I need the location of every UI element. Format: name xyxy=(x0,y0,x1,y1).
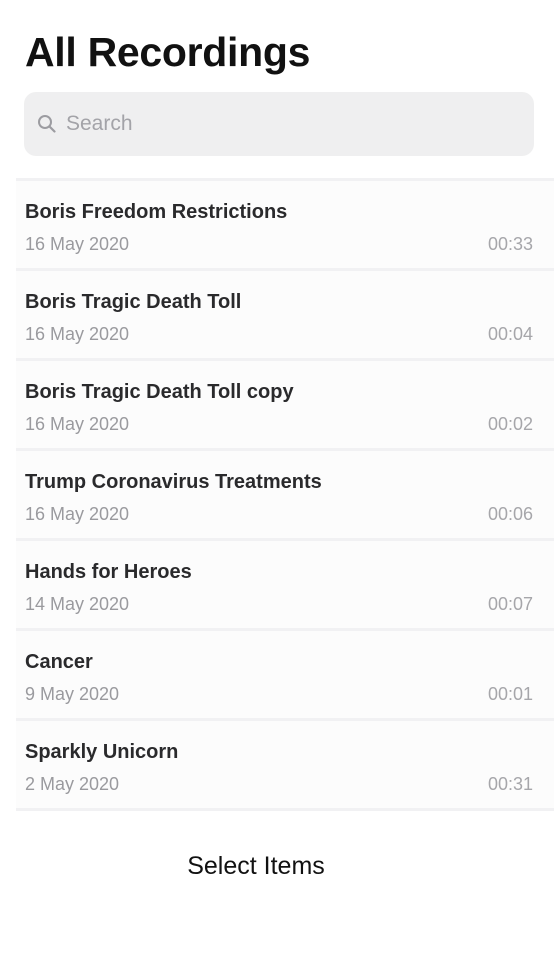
recording-row[interactable]: Cancer 9 May 2020 00:01 xyxy=(16,631,554,718)
recording-date: 9 May 2020 xyxy=(25,684,120,704)
recording-title: Hands for Heroes xyxy=(25,561,192,583)
recording-title: Sparkly Unicorn xyxy=(25,741,179,763)
recording-title: Boris Freedom Restrictions xyxy=(25,201,288,223)
recording-duration: 00:33 xyxy=(487,234,533,254)
recording-duration: 00:02 xyxy=(487,414,533,434)
select-items-button[interactable]: Select Items xyxy=(0,852,512,881)
recording-row[interactable]: Boris Tragic Death Toll copy 16 May 2020… xyxy=(16,361,554,448)
recording-duration: 00:31 xyxy=(487,774,533,794)
list-divider xyxy=(16,808,554,811)
recording-date: 16 May 2020 xyxy=(25,234,130,254)
page-title: All Recordings xyxy=(25,29,311,75)
recording-duration: 00:06 xyxy=(487,504,533,524)
recording-row[interactable]: Hands for Heroes 14 May 2020 00:07 xyxy=(16,541,554,628)
recording-row[interactable]: Trump Coronavirus Treatments 16 May 2020… xyxy=(16,451,554,538)
recording-title: Boris Tragic Death Toll xyxy=(25,291,242,313)
recording-duration: 00:04 xyxy=(487,324,533,344)
recording-date: 2 May 2020 xyxy=(25,774,120,794)
recordings-screen: All Recordings Search Boris Freedom Rest… xyxy=(0,0,554,972)
recording-duration: 00:01 xyxy=(487,684,533,704)
search-placeholder: Search xyxy=(66,112,133,135)
recording-duration: 00:07 xyxy=(487,594,533,614)
recording-row[interactable]: Boris Freedom Restrictions 16 May 2020 0… xyxy=(16,181,554,268)
recording-title: Boris Tragic Death Toll copy xyxy=(25,381,294,403)
recording-row[interactable]: Boris Tragic Death Toll 16 May 2020 00:0… xyxy=(16,271,554,358)
recordings-list: Boris Freedom Restrictions 16 May 2020 0… xyxy=(16,178,554,811)
recording-title: Trump Coronavirus Treatments xyxy=(25,471,322,493)
recording-title: Cancer xyxy=(25,651,93,673)
search-icon xyxy=(36,113,58,135)
recording-row[interactable]: Sparkly Unicorn 2 May 2020 00:31 xyxy=(16,721,554,808)
recording-date: 14 May 2020 xyxy=(25,594,130,614)
recording-date: 16 May 2020 xyxy=(25,414,130,434)
recording-date: 16 May 2020 xyxy=(25,504,130,524)
recording-date: 16 May 2020 xyxy=(25,324,130,344)
search-field[interactable]: Search xyxy=(24,92,534,156)
